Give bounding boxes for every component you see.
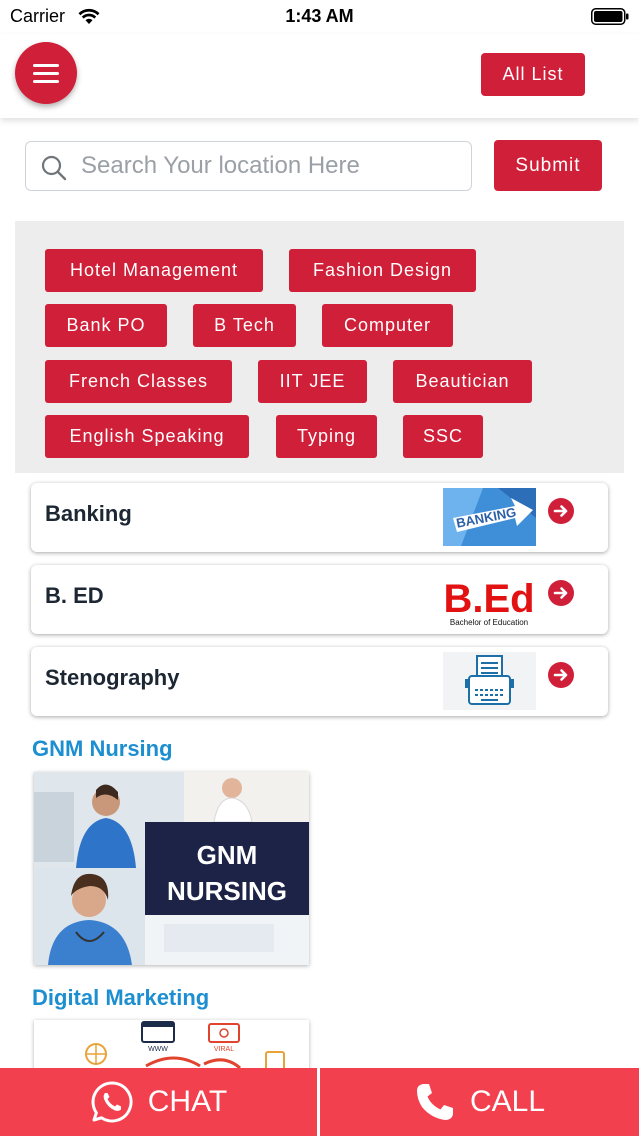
tag-beautician[interactable]: Beautician xyxy=(393,360,532,403)
whatsapp-icon xyxy=(91,1081,133,1123)
arrow-right-circle-icon[interactable] xyxy=(548,662,574,688)
course-title: Stenography xyxy=(45,665,180,690)
course-card-stenography[interactable]: Stenography xyxy=(31,647,608,716)
search-input[interactable] xyxy=(81,142,461,190)
menu-icon-line xyxy=(33,63,59,67)
bed-thumbnail: B.Ed Bachelor of Education xyxy=(443,570,536,628)
menu-icon-line xyxy=(33,79,59,83)
bed-thumb-subtext: Bachelor of Education xyxy=(450,618,528,627)
course-title: B. ED xyxy=(45,583,104,608)
submit-button[interactable]: Submit xyxy=(494,140,602,191)
tag-fashion-design[interactable]: Fashion Design xyxy=(289,249,476,292)
course-card-banking[interactable]: Banking BANKING xyxy=(31,483,608,552)
menu-icon-line xyxy=(33,71,59,75)
gnm-nursing-banner[interactable]: GNM NURSING xyxy=(34,772,309,965)
section-title-gnm-nursing[interactable]: GNM Nursing xyxy=(32,736,173,762)
tag-ssc[interactable]: SSC xyxy=(403,415,483,458)
gnm-banner-text-line2: NURSING xyxy=(167,876,287,906)
phone-icon xyxy=(416,1084,453,1120)
status-time: 1:43 AM xyxy=(285,6,354,26)
tag-typing[interactable]: Typing xyxy=(276,415,377,458)
all-list-button[interactable]: All List xyxy=(481,53,585,96)
tag-b-tech[interactable]: B Tech xyxy=(193,304,296,347)
course-card-bed[interactable]: B. ED B.Ed Bachelor of Education xyxy=(31,565,608,634)
bed-thumb-text: B.Ed xyxy=(443,577,534,621)
course-title: Banking xyxy=(45,501,132,526)
typewriter-icon xyxy=(443,652,536,710)
arrow-right-circle-icon[interactable] xyxy=(548,580,574,606)
status-bar: Carrier 1:43 AM xyxy=(0,0,639,34)
call-button[interactable]: CALL xyxy=(320,1068,639,1136)
digital-label-www: WWW xyxy=(148,1046,168,1053)
chat-button[interactable]: CHAT xyxy=(0,1068,317,1136)
tag-computer[interactable]: Computer xyxy=(322,304,453,347)
call-label: CALL xyxy=(469,1085,546,1118)
tag-french-classes[interactable]: French Classes xyxy=(45,360,232,403)
battery-icon xyxy=(591,8,629,25)
search-icon xyxy=(41,155,67,181)
app-header: All List xyxy=(0,34,639,118)
tag-hotel-management[interactable]: Hotel Management xyxy=(45,249,263,292)
tag-bank-po[interactable]: Bank PO xyxy=(45,304,167,347)
tag-english-speaking[interactable]: English Speaking xyxy=(45,415,249,458)
menu-button[interactable] xyxy=(15,42,77,104)
banking-thumbnail: BANKING xyxy=(443,488,536,546)
section-title-digital-marketing[interactable]: Digital Marketing xyxy=(32,985,209,1011)
course-tags-panel: Hotel Management Fashion Design Bank PO … xyxy=(15,221,624,473)
chat-label: CHAT xyxy=(147,1085,228,1118)
digital-label-viral: VIRAL xyxy=(214,1046,234,1053)
bottom-action-bar: CHAT CALL xyxy=(0,1068,639,1136)
search-box xyxy=(25,141,472,191)
gnm-banner-text-line1: GNM xyxy=(197,840,258,870)
tag-iit-jee[interactable]: IIT JEE xyxy=(258,360,367,403)
arrow-right-circle-icon[interactable] xyxy=(548,498,574,524)
